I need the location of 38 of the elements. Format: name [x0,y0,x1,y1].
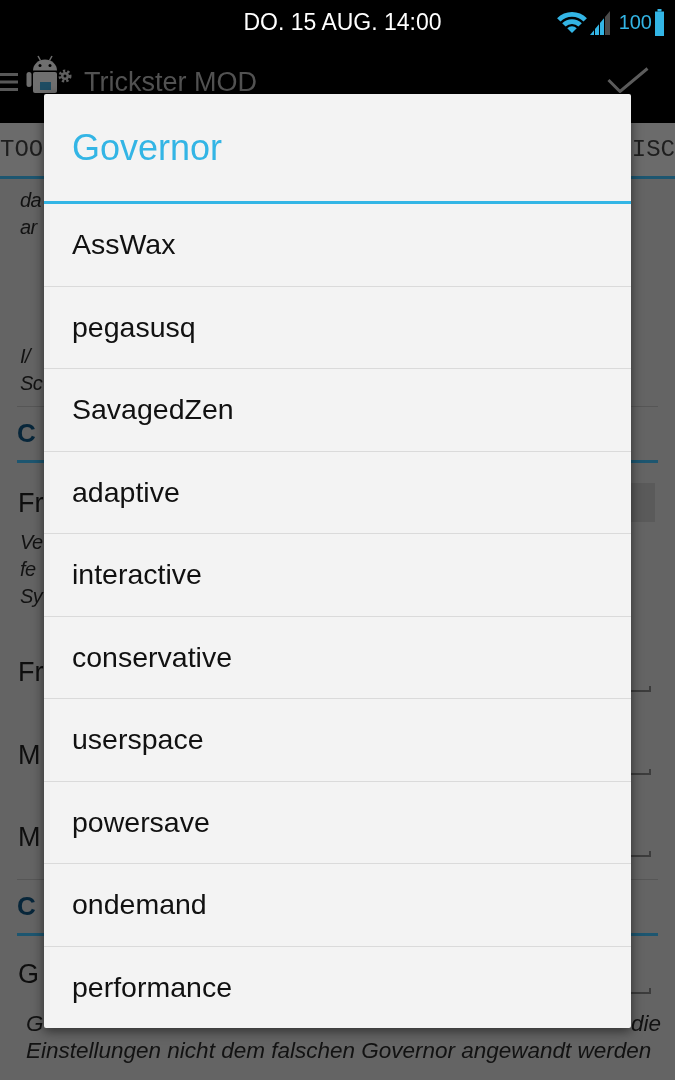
governor-option[interactable]: userspace [44,698,631,781]
menu-icon[interactable] [0,71,18,93]
wifi-icon [555,11,588,34]
description-text: fe [20,557,36,582]
description-text: die [630,1010,661,1037]
setting-label: Fr [18,487,44,520]
governor-option[interactable]: powersave [44,780,631,863]
governor-option[interactable]: performance [44,945,631,1028]
description-text: I/ [20,344,30,369]
description-text: Sc [20,371,43,396]
description-text: Ve [20,530,43,555]
description-text: G [26,1010,44,1037]
section-heading: C [17,418,36,449]
battery-percent: 100 [618,11,652,34]
governor-option[interactable]: interactive [44,533,631,616]
status-clock: DO. 15 AUG. 14:00 [242,9,442,36]
signal-icon [589,10,610,35]
section-heading: C [17,891,36,922]
governor-option[interactable]: conservative [44,615,631,698]
toggle-track[interactable] [631,483,655,522]
governor-option[interactable]: SavagedZen [44,368,631,451]
battery-icon [655,9,664,36]
robot-icon [24,55,72,93]
description-text: Sy [20,584,43,609]
governor-option[interactable]: AssWax [44,204,631,286]
setting-label: M [18,739,41,772]
description-text: ar [20,215,37,240]
app-title: Trickster MOD [84,70,257,95]
dialog-title: Governor [72,125,223,170]
setting-label: Fr [18,656,44,689]
governor-option[interactable]: pegasusq [44,285,631,368]
check-icon[interactable] [607,67,649,93]
governor-option[interactable]: ondemand [44,863,631,946]
setting-label: G [18,958,39,991]
governor-option[interactable]: adaptive [44,450,631,533]
description-text: da [20,188,42,213]
description-text: Einstellungen nicht dem falschen Governor angewandt werden [26,1037,652,1064]
setting-label: M [18,821,41,854]
